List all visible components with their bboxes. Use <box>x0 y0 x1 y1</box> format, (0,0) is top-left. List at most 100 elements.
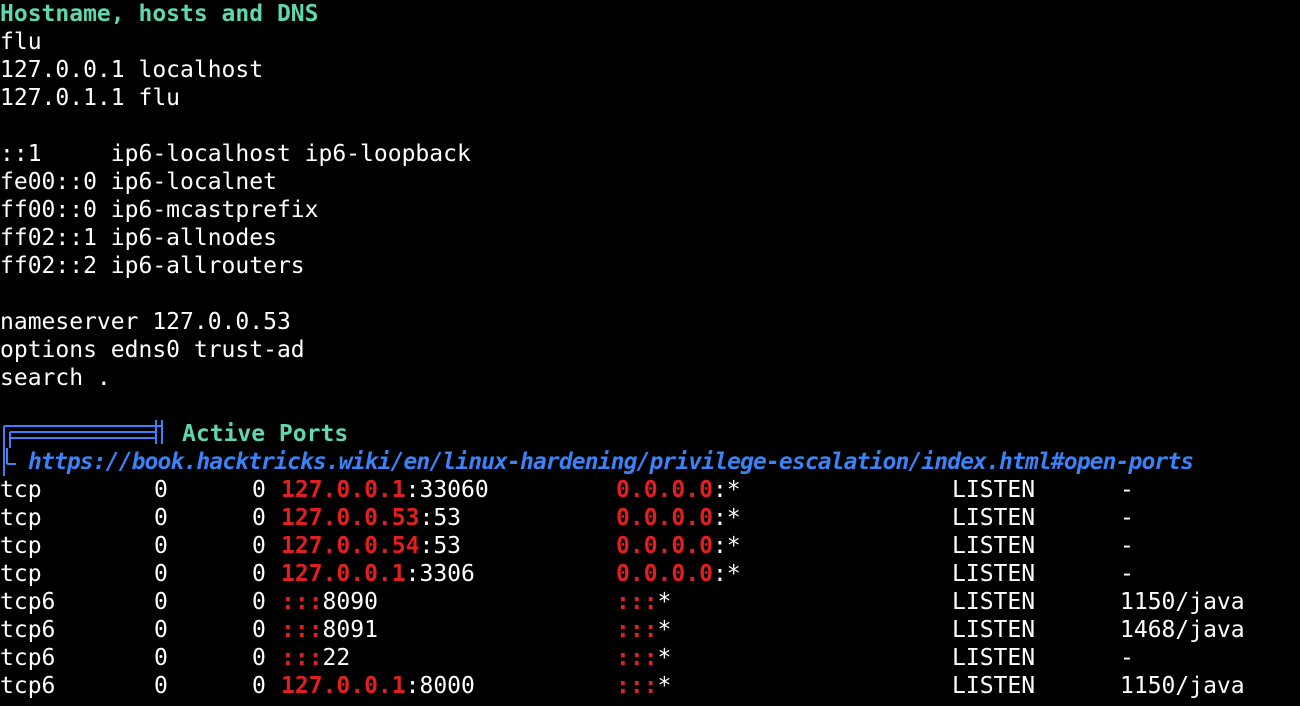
foreign-address-cell: :::* <box>616 588 671 616</box>
proto-cell: tcp <box>0 533 42 559</box>
ports-table: tcp 0 0 127.0.0.1:33060 0.0.0.0:* LISTEN - tcp 0… <box>0 476 1300 700</box>
state-cell: LISTEN <box>952 533 1036 559</box>
local-port: :33060 <box>405 477 489 503</box>
output-line: ff00::0 ip6-mcastprefix <box>0 197 319 223</box>
recv-q-cell: 0 <box>154 477 168 503</box>
local-ip: ::: <box>281 589 323 615</box>
output-line: options edns0 trust-ad <box>0 337 305 363</box>
local-address-cell: 127.0.0.1:8000 <box>281 672 475 700</box>
foreign-ip: ::: <box>616 673 658 699</box>
output-line: ::1 ip6-localhost ip6-loopback <box>0 141 471 167</box>
local-port: 8091 <box>322 617 378 643</box>
foreign-port: * <box>657 617 672 643</box>
foreign-address-cell: :::* <box>616 616 671 644</box>
state-cell: LISTEN <box>952 561 1036 587</box>
table-row: tcp6 0 0:::22:::* LISTEN - <box>0 644 1300 672</box>
recv-q-cell: 0 <box>154 533 168 559</box>
output-line: search . <box>0 365 111 391</box>
proto-cell: tcp <box>0 561 42 587</box>
output-line: ff02::2 ip6-allrouters <box>0 253 305 279</box>
state-cell: LISTEN <box>952 645 1036 671</box>
foreign-address-cell: 0.0.0.0:* <box>616 476 741 504</box>
state-cell: LISTEN <box>952 617 1036 643</box>
table-row: tcp 0 0 127.0.0.54:53 0.0.0.0:* LISTEN - <box>0 532 1300 560</box>
local-port: :8000 <box>405 673 475 699</box>
proto-cell: tcp6 <box>0 645 56 671</box>
hosts-output: flu 127.0.0.1 localhost 127.0.1.1 flu ::… <box>0 28 1300 392</box>
proto-cell: tcp6 <box>0 617 56 643</box>
pid-program-cell: 1150/java <box>1120 673 1245 699</box>
foreign-ip: ::: <box>616 617 658 643</box>
local-address-cell: 127.0.0.53:53 <box>281 504 461 532</box>
foreign-port: * <box>657 673 672 699</box>
local-port: 22 <box>322 645 351 671</box>
state-cell: LISTEN <box>952 589 1036 615</box>
foreign-address-cell: :::* <box>616 672 671 700</box>
foreign-port: :* <box>712 533 741 559</box>
output-line: nameserver 127.0.0.53 <box>0 309 291 335</box>
foreign-ip: ::: <box>616 589 658 615</box>
state-cell: LISTEN <box>952 673 1036 699</box>
recv-q-cell: 0 <box>154 673 168 699</box>
section-header-active-ports: Active Ports <box>0 420 1300 476</box>
recv-q-cell: 0 <box>154 561 168 587</box>
pid-program-cell: 1150/java <box>1120 589 1245 615</box>
foreign-ip: 0.0.0.0 <box>616 561 713 587</box>
send-q-cell: 0 <box>252 477 266 503</box>
send-q-cell: 0 <box>252 673 266 699</box>
section-title: Active Ports <box>182 421 349 447</box>
local-address-cell: :::8091 <box>281 616 378 644</box>
proto-cell: tcp <box>0 477 42 503</box>
foreign-address-cell: :::* <box>616 644 671 672</box>
foreign-ip: ::: <box>616 645 658 671</box>
output-line: 127.0.0.1 localhost <box>0 57 264 83</box>
output-line: fe00::0 ip6-localnet <box>0 169 277 195</box>
recv-q-cell: 0 <box>154 505 168 531</box>
foreign-port: :* <box>712 561 741 587</box>
foreign-port: :* <box>712 505 741 531</box>
section-heading-hosts: Hostname, hosts and DNS <box>0 1 319 27</box>
table-row: tcp6 0 0:::8091:::* LISTEN 1468/java <box>0 616 1300 644</box>
local-address-cell: 127.0.0.1:3306 <box>281 560 475 588</box>
send-q-cell: 0 <box>252 533 266 559</box>
table-row: tcp6 0 0 127.0.0.1:8000:::* LISTEN 1150/java <box>0 672 1300 700</box>
local-ip: 127.0.0.53 <box>281 505 420 531</box>
table-row: tcp6 0 0:::8090:::* LISTEN 1150/java <box>0 588 1300 616</box>
local-ip: 127.0.0.1 <box>281 673 406 699</box>
send-q-cell: 0 <box>252 589 266 615</box>
local-ip: 127.0.0.1 <box>281 561 406 587</box>
output-line: ff02::1 ip6-allnodes <box>0 225 277 251</box>
recv-q-cell: 0 <box>154 589 168 615</box>
foreign-port: :* <box>712 477 741 503</box>
hacktricks-link[interactable]: https://book.hacktricks.wiki/en/linux-ha… <box>28 448 1194 476</box>
foreign-ip: 0.0.0.0 <box>616 477 713 503</box>
local-ip: ::: <box>281 617 323 643</box>
pid-program-cell: - <box>1120 561 1134 587</box>
proto-cell: tcp6 <box>0 673 56 699</box>
hacktricks-link-row: https://book.hacktricks.wiki/en/linux-ha… <box>0 448 1300 476</box>
local-port: :53 <box>419 505 462 531</box>
foreign-ip: 0.0.0.0 <box>616 505 713 531</box>
terminal-window[interactable]: Hostname, hosts and DNS flu 127.0.0.1 lo… <box>0 0 1300 706</box>
local-address-cell: :::8090 <box>281 588 378 616</box>
foreign-address-cell: 0.0.0.0:* <box>616 504 741 532</box>
pid-program-cell: - <box>1120 477 1134 503</box>
recv-q-cell: 0 <box>154 645 168 671</box>
proto-cell: tcp6 <box>0 589 56 615</box>
proto-cell: tcp <box>0 505 42 531</box>
pid-program-cell: - <box>1120 533 1134 559</box>
pid-program-cell: 1468/java <box>1120 617 1245 643</box>
output-line: 127.0.1.1 flu <box>0 85 181 111</box>
local-address-cell: :::22 <box>281 644 350 672</box>
local-port: :53 <box>419 533 462 559</box>
local-ip: 127.0.0.1 <box>281 477 406 503</box>
pid-program-cell: - <box>1120 505 1134 531</box>
send-q-cell: 0 <box>252 561 266 587</box>
local-address-cell: 127.0.0.1:33060 <box>281 476 489 504</box>
send-q-cell: 0 <box>252 617 266 643</box>
foreign-port: * <box>657 589 672 615</box>
table-row: tcp 0 0 127.0.0.1:33060 0.0.0.0:* LISTEN - <box>0 476 1300 504</box>
